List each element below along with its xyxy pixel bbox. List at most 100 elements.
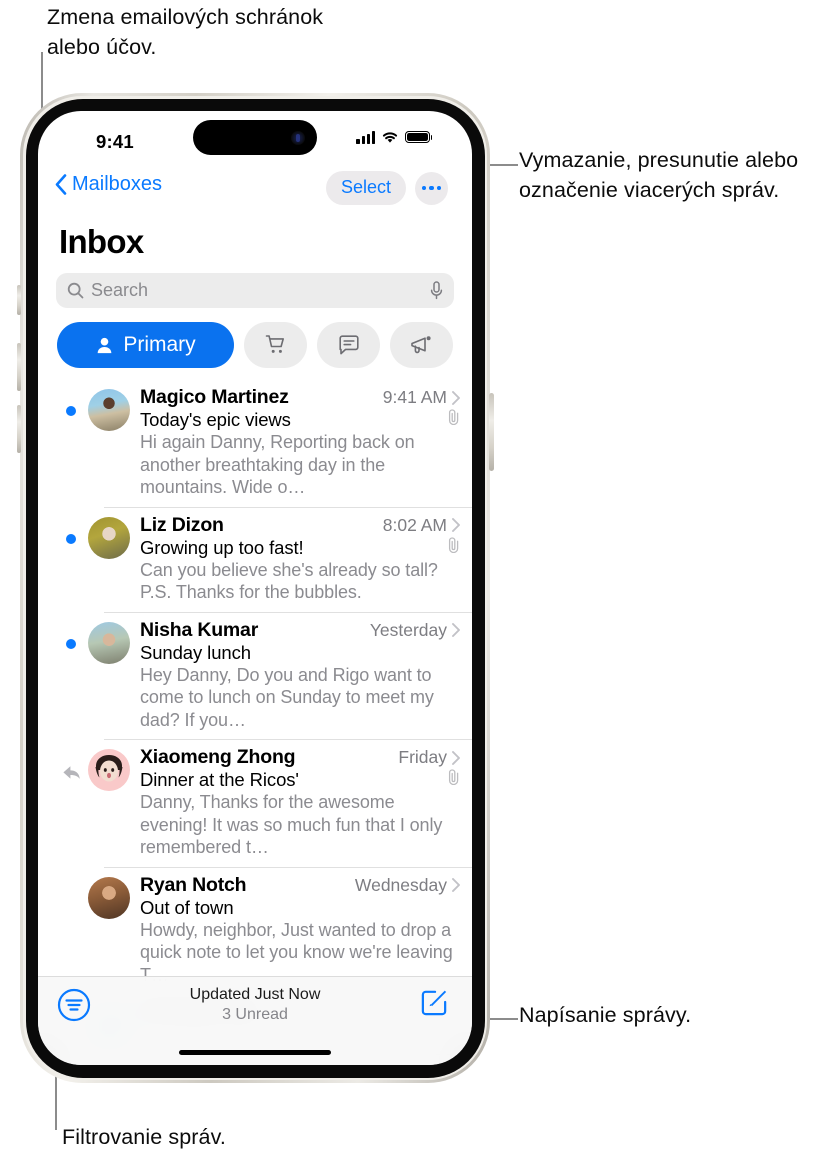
volume-down-button[interactable] — [16, 405, 21, 453]
page-title: Inbox — [59, 223, 144, 260]
volume-up-button[interactable] — [16, 343, 21, 391]
select-button[interactable]: Select — [325, 171, 406, 205]
mail-row[interactable]: Magico Martinez 9:41 AM Today's epic views… — [38, 380, 472, 508]
replied-icon — [63, 766, 80, 779]
mail-preview: Hi again Danny, Reporting back on anothe… — [140, 432, 415, 497]
avatar — [88, 749, 130, 791]
callout-filter: Filtrovanie správ. — [62, 1125, 226, 1149]
mail-subject: Growing up too fast! — [140, 536, 304, 558]
status-clock: 9:41 — [96, 131, 134, 152]
back-label: Mailboxes — [72, 173, 163, 195]
compose-icon[interactable] — [419, 986, 450, 1017]
mail-row-body: Ryan Notch Wednesday Out of town Howdy, nei… — [140, 874, 472, 987]
mail-row-body: Xiaomeng Zhong Friday Dinner at the Ricos'… — [140, 746, 472, 859]
status-indicators — [356, 130, 433, 144]
nav-right-actions: Select — [325, 171, 448, 205]
status-bar: 9:41 — [38, 111, 472, 167]
wifi-icon — [382, 132, 398, 143]
callout-compose: Napísanie správy. — [519, 1003, 692, 1027]
mail-sender: Magico Martinez — [140, 386, 289, 408]
unread-indicator — [66, 638, 76, 649]
ellipsis-dot — [429, 185, 434, 191]
chevron-right-icon — [452, 623, 460, 637]
ellipsis-dot — [421, 185, 427, 191]
power-button[interactable] — [489, 393, 494, 471]
chip-primary[interactable]: Primary — [57, 322, 234, 368]
avatar-photo — [88, 621, 130, 664]
callout-select: Vymazanie, presunutie alebo označenie vi… — [519, 148, 799, 202]
mail-list: Magico Martinez 9:41 AM Today's epic views… — [38, 380, 472, 1055]
bottom-toolbar: Updated Just Now 3 Unread — [38, 976, 472, 1065]
dynamic-island — [193, 120, 317, 155]
mail-subject: Sunday lunch — [140, 641, 251, 663]
mail-subject: Today's epic views — [140, 409, 291, 430]
attachment-icon — [448, 536, 459, 553]
avatar — [88, 621, 130, 664]
mail-preview: Hey Danny, Do you and Rigo want to come … — [140, 664, 434, 730]
chip-shopping[interactable] — [244, 322, 307, 368]
ellipsis-dot — [436, 185, 442, 191]
chevron-right-icon — [452, 750, 460, 765]
avatar-photo — [88, 876, 130, 919]
more-options-button[interactable] — [415, 171, 448, 205]
mail-subject: Out of town — [140, 896, 234, 918]
mail-row[interactable]: Xiaomeng Zhong Friday Dinner at the Ricos'… — [38, 740, 472, 868]
mail-row[interactable]: Nisha Kumar Yesterday Sunday lunch Hey Dann… — [38, 613, 472, 740]
avatar-photo — [88, 389, 130, 431]
chevron-right-icon — [452, 390, 460, 405]
home-indicator — [179, 1049, 331, 1055]
memoji-avatar — [95, 755, 123, 782]
mail-preview: Danny, Thanks for the awesome evening! I… — [140, 792, 443, 857]
phone-screen: 9:41 Mailboxes Select Inbox Search Prima… — [38, 111, 472, 1065]
unread-count-label: 3 Unread — [222, 1006, 288, 1023]
cart-icon — [265, 335, 284, 353]
unread-indicator — [66, 406, 76, 416]
search-icon — [67, 282, 84, 299]
mail-sender: Xiaomeng Zhong — [140, 746, 296, 768]
avatar — [88, 389, 130, 431]
toolbar-status: Updated Just Now 3 Unread — [190, 986, 321, 1024]
chip-promotions[interactable] — [390, 322, 453, 368]
action-button[interactable] — [16, 285, 21, 315]
unread-indicator — [66, 533, 76, 544]
back-to-mailboxes-button[interactable]: Mailboxes — [55, 173, 162, 196]
front-camera-icon — [291, 130, 305, 145]
category-chips: Primary — [57, 322, 472, 368]
chip-primary-label: Primary — [123, 333, 196, 356]
person-icon — [97, 337, 112, 353]
chip-transactions[interactable] — [317, 322, 380, 368]
attachment-icon — [448, 769, 459, 785]
mail-preview: Can you believe she's already so tall? P… — [140, 559, 438, 603]
mail-row-body: Nisha Kumar Yesterday Sunday lunch Hey Dann… — [140, 619, 472, 732]
mail-sender: Nisha Kumar — [140, 618, 259, 641]
battery-icon — [405, 130, 433, 144]
mail-row-body: Magico Martinez 9:41 AM Today's epic views… — [140, 386, 472, 499]
mail-sender: Liz Dizon — [140, 513, 224, 536]
search-placeholder: Search — [91, 280, 149, 300]
mail-row-body: Liz Dizon 8:02 AM Growing up too fast! Can … — [140, 514, 472, 604]
avatar-photo — [88, 516, 130, 559]
mail-time: 8:02 AM — [382, 514, 447, 535]
mail-time: Wednesday — [354, 874, 447, 895]
cellular-bars-icon — [356, 130, 375, 144]
avatar — [88, 876, 130, 919]
mail-sender: Ryan Notch — [140, 873, 247, 896]
microphone-icon[interactable] — [430, 281, 443, 300]
search-input[interactable]: Search — [56, 273, 454, 308]
chevron-right-icon — [452, 878, 460, 892]
mail-time: 9:41 AM — [382, 387, 447, 407]
updated-label: Updated Just Now — [189, 986, 321, 1003]
navigation-bar: Mailboxes Select — [38, 167, 472, 219]
mail-row[interactable]: Liz Dizon 8:02 AM Growing up too fast! Can … — [38, 508, 472, 613]
mail-time: Friday — [398, 747, 447, 767]
iphone-device: 9:41 Mailboxes Select Inbox Search Prima… — [16, 93, 494, 1083]
chevron-left-icon — [55, 174, 67, 195]
megaphone-icon — [411, 335, 431, 353]
attachment-icon — [448, 409, 459, 425]
mail-subject: Dinner at the Ricos' — [140, 769, 299, 790]
callout-mailboxes: Zmena emailových schránok alebo účov. — [47, 5, 324, 59]
mail-time: Yesterday — [369, 619, 447, 640]
filter-icon[interactable] — [56, 987, 92, 1023]
chevron-right-icon — [452, 518, 460, 532]
chat-bubble-icon — [338, 335, 359, 355]
